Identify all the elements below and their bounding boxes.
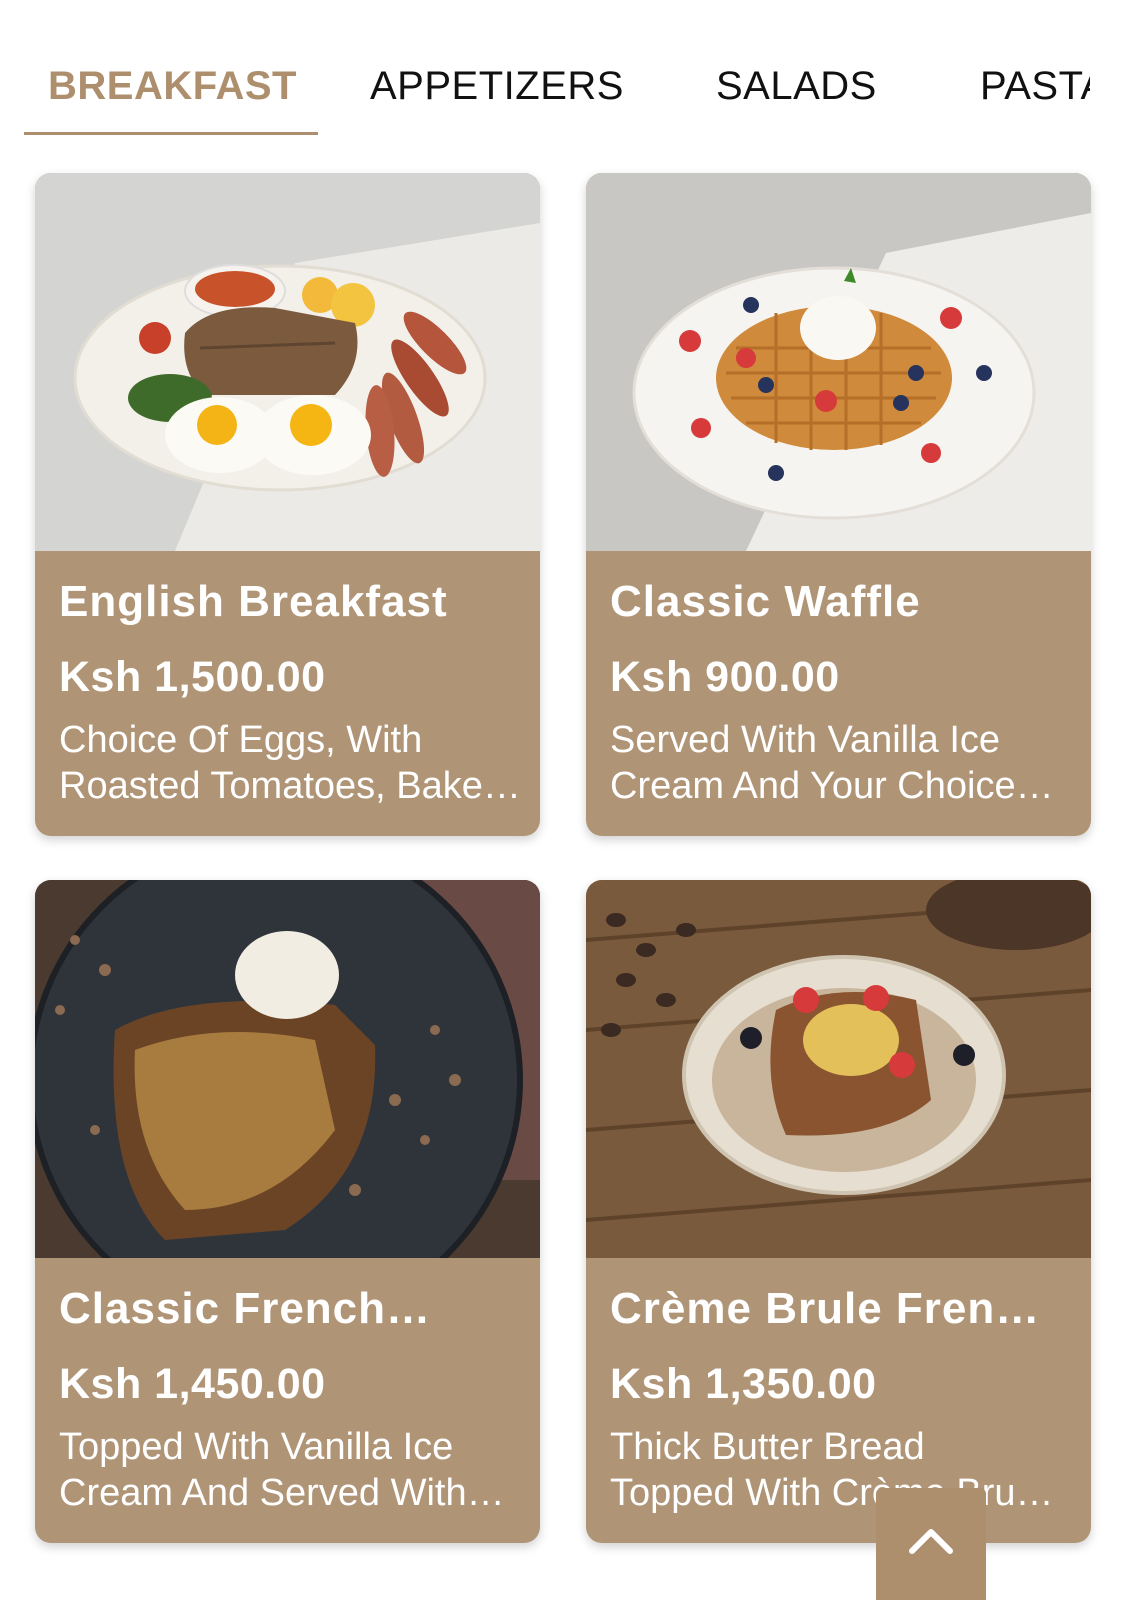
scroll-to-top-button[interactable] <box>876 1488 986 1600</box>
menu-item-card[interactable]: English Breakfast Ksh 1,500.00 Choice Of… <box>35 173 540 836</box>
menu-item-description: Choice Of Eggs, With Roasted Tomatoes, B… <box>59 719 521 807</box>
menu-item-description: Served With Vanilla Ice Cream And Your C… <box>610 719 1054 807</box>
menu-item-title: Classic French… <box>59 1284 432 1333</box>
menu-item-price: Ksh 900.00 <box>610 653 840 701</box>
tab-pasta[interactable]: PASTA <box>980 64 1090 109</box>
menu-item-price: Ksh 1,350.00 <box>610 1360 877 1408</box>
menu-item-description: Thick Butter Bread Topped With Crème Bru… <box>610 1426 1054 1514</box>
menu-item-price: Ksh 1,450.00 <box>59 1360 326 1408</box>
menu-item-image <box>586 173 1091 551</box>
menu-item-description: Topped With Vanilla Ice Cream And Served… <box>59 1426 505 1514</box>
menu-item-image <box>586 880 1091 1258</box>
tab-appetizers[interactable]: APPETIZERS <box>370 64 624 109</box>
tab-salads[interactable]: SALADS <box>716 64 877 109</box>
menu-item-info: Classic French… Ksh 1,450.00 Topped With… <box>35 1258 540 1543</box>
category-tabs: BREAKFAST APPETIZERS SALADS PASTA <box>0 0 1090 140</box>
tab-breakfast[interactable]: BREAKFAST <box>48 64 297 109</box>
menu-item-title: Classic Waffle <box>610 577 921 626</box>
menu-item-price: Ksh 1,500.00 <box>59 653 326 701</box>
chevron-up-icon <box>909 1529 953 1554</box>
menu-item-title: Crème Brule Fren… <box>610 1284 1041 1333</box>
menu-item-title: English Breakfast <box>59 577 448 626</box>
menu-item-info: Classic Waffle Ksh 900.00 Served With Va… <box>586 551 1091 836</box>
menu-item-info: Crème Brule Fren… Ksh 1,350.00 Thick But… <box>586 1258 1091 1543</box>
menu-item-info: English Breakfast Ksh 1,500.00 Choice Of… <box>35 551 540 836</box>
active-tab-indicator <box>24 132 318 135</box>
menu-item-card[interactable]: Crème Brule Fren… Ksh 1,350.00 Thick But… <box>586 880 1091 1543</box>
menu-item-card[interactable]: Classic French… Ksh 1,450.00 Topped With… <box>35 880 540 1543</box>
menu-item-image <box>35 173 540 551</box>
menu-item-image <box>35 880 540 1258</box>
menu-item-card[interactable]: Classic Waffle Ksh 900.00 Served With Va… <box>586 173 1091 836</box>
